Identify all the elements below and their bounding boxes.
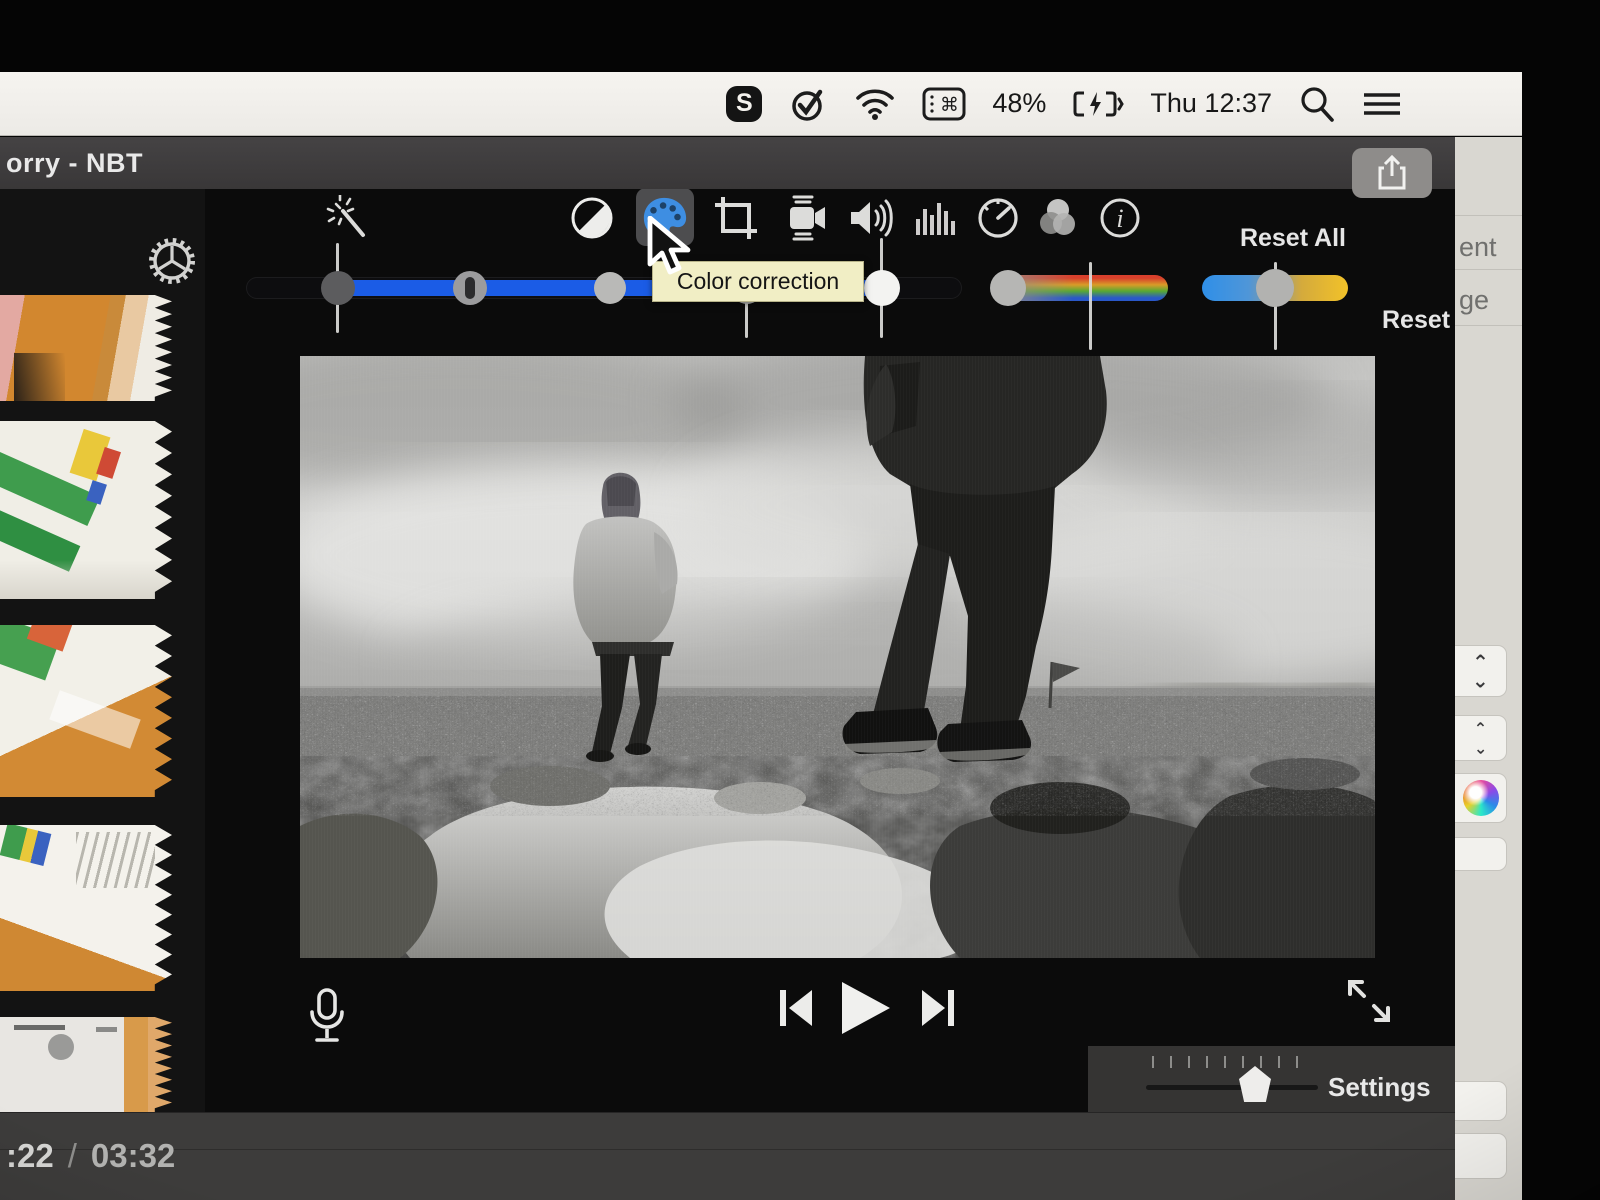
chevron-down-icon: ⌃ <box>1473 738 1488 755</box>
timecode-display: :22 / 03:32 <box>6 1137 175 1175</box>
chevron-up-icon: ⌃ <box>1473 721 1488 738</box>
skype-menu-icon[interactable]: S <box>726 85 763 122</box>
background-window-strip: ent ge ⌃ ⌃ ⌃ ⌃ <box>1455 137 1522 1200</box>
auto-enhance-button[interactable] <box>324 194 372 242</box>
button-fragment[interactable] <box>1455 837 1507 871</box>
window-title: orry - NBT <box>6 147 144 178</box>
button-fragment[interactable] <box>1455 1081 1507 1121</box>
screen-bezel-top <box>0 0 1600 72</box>
skip-forward-button[interactable] <box>920 988 956 1028</box>
wifi-menu-icon[interactable] <box>854 86 896 122</box>
skip-back-button[interactable] <box>778 988 814 1028</box>
timeline-zoom-ticks <box>1152 1056 1314 1068</box>
preview-frame-art <box>300 356 1375 958</box>
macos-menu-bar: S ⌘ 48% Thu 12:37 <box>0 72 1522 136</box>
timecode-total: 03:32 <box>90 1137 176 1174</box>
share-button[interactable] <box>1352 148 1432 198</box>
info-glyph: i <box>1116 204 1123 233</box>
timecode-separator: / <box>67 1137 77 1174</box>
stabilization-button[interactable] <box>782 194 830 242</box>
clip-thumbnail[interactable] <box>0 1017 172 1112</box>
battery-charging-icon[interactable] <box>1072 89 1125 119</box>
siri-orb-fragment[interactable] <box>1455 773 1507 823</box>
clip-thumbnail[interactable] <box>0 625 172 797</box>
reset-button[interactable]: Reset <box>1382 306 1450 335</box>
photographed-screen: S ⌘ 48% Thu 12:37 orry - NBT i Reset All… <box>0 0 1600 1200</box>
color-balance-button[interactable] <box>568 194 616 242</box>
button-fragment[interactable] <box>1455 1133 1507 1179</box>
noise-reduction-button[interactable] <box>912 194 960 242</box>
saturation-handle[interactable] <box>990 270 1026 306</box>
gear-icon[interactable] <box>148 237 196 285</box>
svg-text:⌘: ⌘ <box>940 94 959 116</box>
video-preview[interactable] <box>300 356 1375 958</box>
play-button[interactable] <box>838 980 892 1036</box>
reset-all-button[interactable]: Reset All <box>1216 224 1346 253</box>
shadows-handle[interactable] <box>321 271 355 305</box>
clip-info-button[interactable]: i <box>1096 194 1144 242</box>
screen-bezel-right <box>1522 0 1600 1200</box>
settings-button[interactable]: Settings <box>1328 1072 1431 1103</box>
timecode-current: :22 <box>6 1137 54 1174</box>
slider-tick <box>745 300 748 338</box>
imovie-titlebar[interactable]: orry - NBT <box>0 137 1455 189</box>
stepper-fragment[interactable]: ⌃ ⌃ <box>1455 715 1507 761</box>
background-text-fragment: ent <box>1459 232 1497 262</box>
notification-center-icon[interactable] <box>1362 89 1402 119</box>
menu-bar-clock[interactable]: Thu 12:37 <box>1150 88 1272 119</box>
siri-orb-icon <box>1462 780 1499 816</box>
white-point-handle[interactable] <box>864 270 900 306</box>
chevron-down-icon: ⌃ <box>1472 668 1489 690</box>
record-voiceover-mic-button[interactable] <box>306 988 348 1046</box>
speed-button[interactable] <box>974 194 1022 242</box>
fullscreen-button[interactable] <box>1344 976 1394 1026</box>
checkmark-menu-icon[interactable] <box>788 84 828 124</box>
crop-button[interactable] <box>712 194 760 242</box>
battery-percentage: 48% <box>992 88 1047 118</box>
clip-filter-button[interactable] <box>1034 194 1082 242</box>
cursor-pointer <box>647 216 691 275</box>
volume-button[interactable] <box>848 194 896 242</box>
timeline-strip[interactable]: :22 / 03:32 <box>0 1112 1522 1200</box>
keyboard-viewer-menu-icon[interactable]: ⌘ <box>922 86 966 122</box>
skype-letter: S <box>736 89 753 117</box>
timeline-zoom-slider[interactable] <box>1146 1085 1318 1090</box>
clip-thumbnail[interactable] <box>0 421 172 599</box>
share-icon <box>1378 155 1406 190</box>
clip-thumbnail[interactable] <box>0 825 172 991</box>
slider-tick <box>1089 262 1092 350</box>
temperature-handle[interactable] <box>1256 269 1294 307</box>
midtones-handle[interactable] <box>594 272 626 304</box>
stepper-fragment[interactable]: ⌃ ⌃ <box>1455 645 1507 697</box>
black-point-handle[interactable] <box>453 271 487 305</box>
background-text-fragment: ge <box>1459 285 1490 315</box>
clip-browser-sidebar <box>0 189 205 1112</box>
clip-thumbnail[interactable] <box>0 295 172 401</box>
spotlight-search-icon[interactable] <box>1298 85 1336 123</box>
timeline-seam <box>0 1149 1522 1150</box>
